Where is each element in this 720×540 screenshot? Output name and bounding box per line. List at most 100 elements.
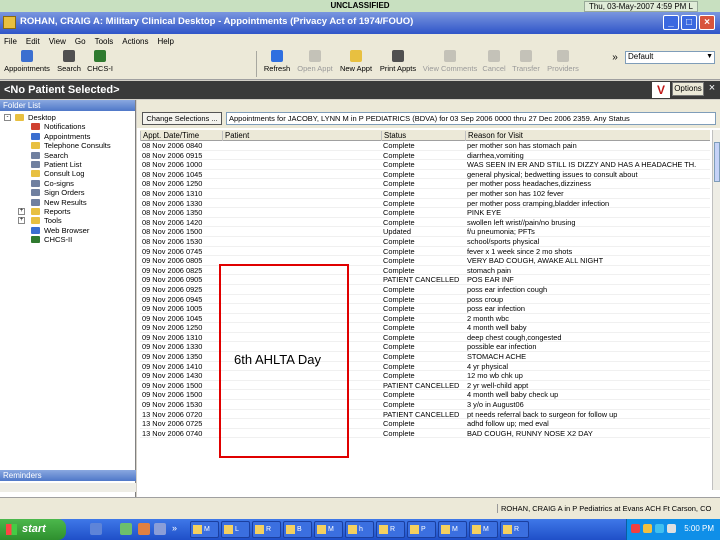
quicklaunch-icon[interactable] [154, 523, 166, 535]
open-appt-button-label: Open Appt [297, 64, 333, 73]
task-button[interactable]: M [190, 521, 219, 538]
col-header-patient[interactable]: Patient [222, 131, 381, 141]
close-button[interactable]: × [699, 15, 715, 30]
appointments-button[interactable]: Appointments [4, 50, 50, 73]
menu-help[interactable]: Help [157, 37, 173, 46]
folder-item-label: Notifications [44, 122, 86, 132]
menu-tools[interactable]: Tools [95, 37, 114, 46]
cell-appt-date: 08 Nov 2006 1420 [142, 217, 203, 227]
folder-item-desktop[interactable]: - Desktop [0, 113, 135, 122]
scrollbar-thumb[interactable] [714, 142, 720, 182]
tray-icon[interactable] [631, 524, 640, 533]
tray-icon[interactable] [655, 524, 664, 533]
table-row[interactable]: 08 Nov 2006 1310 Complete per mother son h… [140, 189, 710, 199]
folder-item-co-signs[interactable]: Co-signs [0, 179, 135, 188]
folder-item-telephone-consults[interactable]: Telephone Consults [0, 141, 135, 150]
task-button[interactable]: M [314, 521, 343, 538]
cell-appt-date: 13 Nov 2006 0720 [142, 409, 203, 419]
folder-item-reports[interactable]: + Reports [0, 207, 135, 216]
chcs-button[interactable]: CHCS-I [86, 50, 114, 73]
table-row[interactable]: 08 Nov 2006 1000 Complete WAS SEEN IN ER A… [140, 160, 710, 170]
task-button[interactable]: M [438, 521, 467, 538]
folder-item-web-browser[interactable]: Web Browser [0, 226, 135, 235]
folder-item-tools[interactable]: + Tools [0, 216, 135, 225]
view-comments-button[interactable]: View Comments [422, 50, 478, 73]
col-header-reason[interactable]: Reason for Visit [465, 131, 710, 141]
print-appts-button[interactable]: Print Appts [378, 50, 418, 73]
folder-item-chcs-ii[interactable]: CHCS-II [0, 235, 135, 244]
expand-icon[interactable]: + [18, 217, 25, 225]
cell-status: Complete [383, 294, 415, 304]
cell-status: Complete [383, 256, 415, 266]
cell-status: Updated [383, 227, 411, 237]
table-row[interactable]: 08 Nov 2006 0915 Complete diarrhea,vomitin… [140, 151, 710, 161]
table-row[interactable]: 08 Nov 2006 1420 Complete swollen left wri… [140, 218, 710, 228]
folder-item-label: Search [44, 150, 69, 160]
quicklaunch-icon[interactable] [120, 523, 132, 535]
tray-icon[interactable] [667, 524, 676, 533]
table-row[interactable]: 08 Nov 2006 1045 Complete general physical… [140, 170, 710, 180]
options-button[interactable]: Options [672, 82, 704, 96]
task-app-icon [255, 525, 264, 534]
task-button[interactable]: P [407, 521, 436, 538]
menu-file[interactable]: File [4, 37, 17, 46]
search-button[interactable]: Search [56, 50, 82, 73]
task-button[interactable]: B [283, 521, 312, 538]
chcs-button-label: CHCS-I [87, 64, 113, 73]
folder-item-consult-log[interactable]: Consult Log [0, 169, 135, 178]
table-row[interactable]: 08 Nov 2006 1350 Complete PINK EYE [140, 208, 710, 218]
quicklaunch-overflow[interactable]: » [172, 523, 177, 533]
task-button[interactable]: R [252, 521, 281, 538]
start-button[interactable]: start [0, 519, 66, 540]
refresh-button[interactable]: Refresh [262, 50, 292, 73]
providers-button[interactable]: Providers [545, 50, 581, 73]
table-row[interactable]: 08 Nov 2006 0840 Complete per mother son h… [140, 141, 710, 151]
cell-appt-date: 09 Nov 2006 1250 [142, 323, 203, 333]
folder-item-sign-orders[interactable]: Sign Orders [0, 188, 135, 197]
quicklaunch-icon[interactable] [90, 523, 102, 535]
col-header-status[interactable]: Status [381, 131, 465, 141]
folder-item-notifications[interactable]: Notifications [0, 122, 135, 131]
horizontal-scrollbar[interactable] [0, 483, 136, 492]
cell-status: PATIENT CANCELLED [383, 275, 460, 285]
folder-item-appointments[interactable]: Appointments [0, 132, 135, 141]
collapse-icon[interactable]: - [4, 114, 11, 121]
task-button[interactable]: R [376, 521, 405, 538]
menu-go[interactable]: Go [75, 37, 86, 46]
folder-item-search[interactable]: Search [0, 151, 135, 160]
title-bar[interactable]: ROHAN, CRAIG A: Military Clinical Deskto… [0, 12, 720, 34]
expand-icon[interactable]: + [18, 207, 25, 215]
cell-reason: 2 month wbc [467, 313, 509, 323]
maximize-button[interactable]: □ [681, 15, 697, 30]
table-row[interactable]: 09 Nov 2006 0745 Complete fever x 1 week s… [140, 247, 710, 257]
change-selections-button[interactable]: Change Selections ... [142, 112, 222, 125]
patient-close-button[interactable]: × [706, 82, 718, 96]
table-row[interactable]: 08 Nov 2006 1530 Complete school/sports ph… [140, 237, 710, 247]
reminders-header[interactable]: Reminders [0, 470, 136, 481]
minimize-button[interactable]: _ [663, 15, 679, 30]
menu-view[interactable]: View [49, 37, 66, 46]
cell-appt-date: 09 Nov 2006 1350 [142, 352, 203, 362]
open-appt-button[interactable]: Open Appt [296, 50, 334, 73]
transfer-button[interactable]: Transfer [510, 50, 542, 73]
tray-icon[interactable] [643, 524, 652, 533]
task-button[interactable]: M [469, 521, 498, 538]
toolbar-overflow-button[interactable]: » [610, 52, 620, 63]
vertical-scrollbar[interactable] [712, 130, 720, 490]
col-header-appt-date[interactable]: Appt. Date/Time [140, 131, 222, 141]
task-button[interactable]: R [500, 521, 529, 538]
table-row[interactable]: 08 Nov 2006 1250 Complete per mother poss … [140, 179, 710, 189]
folder-icon [31, 179, 40, 187]
profile-select[interactable]: Default ▼ [625, 51, 715, 64]
new-appt-button[interactable]: New Appt [338, 50, 374, 73]
folder-item-new-results[interactable]: New Results [0, 198, 135, 207]
table-row[interactable]: 08 Nov 2006 1330 Complete per mother poss … [140, 199, 710, 209]
menu-edit[interactable]: Edit [26, 37, 40, 46]
menu-actions[interactable]: Actions [122, 37, 148, 46]
folder-item-patient-list[interactable]: Patient List [0, 160, 135, 169]
task-button[interactable]: h [345, 521, 374, 538]
task-button[interactable]: L [221, 521, 250, 538]
quicklaunch-icon[interactable] [138, 523, 150, 535]
cancel-appt-button[interactable]: Cancel [481, 50, 507, 73]
table-row[interactable]: 08 Nov 2006 1500 Updated f/u pneumonia; PF… [140, 227, 710, 237]
